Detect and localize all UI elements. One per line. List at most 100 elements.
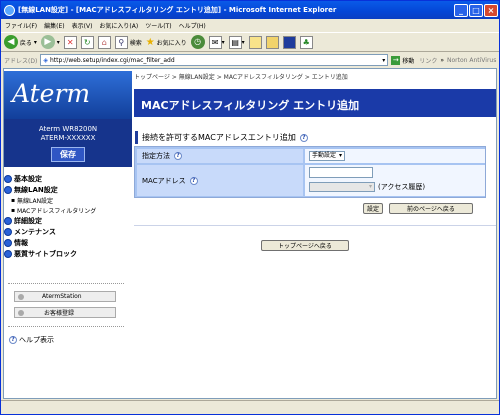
messenger-button[interactable]: ♣	[299, 35, 313, 49]
model-box: Aterm WR8200N ATERM-XXXXXX 保存	[4, 119, 132, 167]
register-button[interactable]: お客様登録	[14, 307, 116, 318]
search-button[interactable]: ⚲ 検索	[114, 35, 142, 49]
menu-favorites[interactable]: お気に入り(A)	[99, 21, 138, 30]
maximize-button[interactable]: □	[469, 3, 483, 17]
menu-file[interactable]: ファイル(F)	[5, 21, 37, 30]
mac-label: MACアドレス	[142, 176, 186, 185]
address-input[interactable]: ◈ http://web.setup/index.cgi/mac_filter_a…	[40, 54, 389, 66]
history-icon: ◷	[190, 35, 205, 49]
back-label: 戻る	[19, 39, 32, 47]
access-history-select: ▾	[309, 182, 375, 192]
section-title-text: 接続を許可するMACアドレスエントリ追加	[142, 133, 296, 142]
mac-label-cell: MACアドレス?	[137, 165, 303, 196]
mac-address-input[interactable]	[309, 167, 373, 178]
menu-tools[interactable]: ツール(T)	[145, 21, 171, 30]
menu-edit[interactable]: 編集(E)	[44, 21, 64, 30]
back-button[interactable]: ◀ 戻る ▾	[4, 35, 37, 49]
page-title: MACアドレスフィルタリング エントリ追加	[134, 89, 496, 117]
print-button[interactable]: ▤ ▾	[228, 35, 245, 49]
home-button[interactable]: ⌂	[97, 35, 111, 49]
page-icon: ◈	[43, 56, 48, 64]
go-arrow-icon[interactable]: →	[391, 55, 401, 65]
browser-window: [無線LAN設定] - [MACアドレスフィルタリング エントリ追加] - Mi…	[0, 0, 500, 415]
nav-wlan-sub2-label: MACアドレスフィルタリング	[16, 207, 97, 215]
method-label: 指定方法	[142, 152, 170, 160]
nav-detail[interactable]: 詳細設定	[4, 215, 132, 226]
forward-button[interactable]: ▶ ▾	[40, 35, 60, 49]
mail-icon: ✉	[208, 35, 222, 49]
mac-value-cell: ▾ (アクセス履歴)	[305, 165, 485, 196]
method-value-cell: 手動設定 ▾	[305, 149, 485, 163]
history-button[interactable]: ◷	[190, 35, 205, 49]
help-link[interactable]: ? ヘルプ表示	[9, 335, 54, 345]
menu-bar: ファイル(F) 編集(E) 表示(V) お気に入り(A) ツール(T) ヘルプ(…	[1, 19, 499, 31]
method-select[interactable]: 手動設定 ▾	[309, 151, 346, 161]
minimize-button[interactable]: _	[454, 3, 468, 17]
refresh-icon: ↻	[80, 35, 94, 49]
go-button[interactable]: 移動	[402, 56, 414, 65]
back-page-button[interactable]: 前のページへ戻る	[389, 203, 473, 214]
menu-help[interactable]: ヘルプ(H)	[179, 21, 206, 30]
chevron-down-icon: ▾	[339, 152, 343, 159]
chevron-down-icon: ▾	[368, 183, 372, 190]
folder-icon	[248, 35, 262, 49]
back-arrow-icon: ◀	[4, 35, 18, 49]
divider	[8, 283, 124, 284]
method-label-cell: 指定方法?	[137, 149, 303, 163]
aterm-logo: Aterm	[4, 71, 132, 119]
nav-maintenance[interactable]: メンテナンス	[4, 226, 132, 237]
top-page-button[interactable]: トップページへ戻る	[261, 240, 349, 251]
nav-wlan-sub1[interactable]: ▪ 無線LAN設定	[4, 195, 132, 205]
save-button[interactable]: 保存	[51, 147, 85, 162]
chevron-icon[interactable]: »	[440, 57, 444, 64]
address-bar: アドレス(D) ◈ http://web.setup/index.cgi/mac_…	[1, 53, 499, 67]
help-icon[interactable]: ?	[189, 176, 198, 185]
menu-view[interactable]: 表示(V)	[72, 21, 93, 30]
set-button[interactable]: 設定	[363, 203, 383, 214]
people-icon: ♣	[299, 35, 313, 49]
stop-button[interactable]: ✕	[63, 35, 77, 49]
research-button[interactable]	[282, 35, 296, 49]
research-icon	[282, 35, 296, 49]
breadcrumb[interactable]: トップページ > 無線LAN設定 > MACアドレスフィルタリング > エントリ…	[134, 72, 348, 81]
ie-icon	[4, 4, 15, 16]
help-icon[interactable]: ?	[299, 133, 308, 142]
forward-arrow-icon: ▶	[40, 35, 55, 49]
window-title: [無線LAN設定] - [MACアドレスフィルタリング エントリ追加] - Mi…	[18, 6, 337, 14]
status-bar	[1, 400, 499, 414]
nav-info[interactable]: 情報	[4, 237, 132, 248]
search-icon: ⚲	[114, 35, 128, 49]
access-history-label: (アクセス履歴)	[378, 183, 426, 191]
stop-icon: ✕	[63, 35, 77, 49]
bullet-icon	[18, 293, 24, 300]
model-name: Aterm WR8200N	[38, 125, 98, 133]
page-viewport: Aterm Aterm WR8200N ATERM-XXXXXX 保存 基本設定…	[3, 68, 497, 399]
favorites-button[interactable]: ★ お気に入り	[146, 37, 187, 48]
help-icon[interactable]: ?	[174, 152, 182, 160]
nav-wlan-sub2[interactable]: ▪ MACアドレスフィルタリング	[4, 205, 132, 215]
register-label: お客様登録	[44, 310, 75, 317]
norton-label[interactable]: Norton AntiVirus	[447, 57, 496, 64]
print-icon: ▤	[228, 35, 242, 49]
mail-button[interactable]: ✉ ▾	[208, 35, 225, 49]
close-button[interactable]: ×	[484, 3, 498, 17]
edit-button[interactable]	[248, 35, 262, 49]
divider	[134, 225, 496, 226]
favorites-label: お気に入り	[156, 39, 187, 47]
nav-wlan[interactable]: 無線LAN設定	[4, 184, 132, 195]
help-label: ヘルプ表示	[19, 336, 54, 344]
search-label: 検索	[129, 39, 142, 47]
discuss-button[interactable]	[265, 35, 279, 49]
entry-form: 指定方法? 手動設定 ▾ MACアドレス? ▾ (アクセス履歴)	[134, 146, 486, 198]
dropdown-arrow-icon[interactable]: ▾	[382, 57, 385, 64]
nav-basic[interactable]: 基本設定	[4, 173, 132, 184]
star-icon: ★	[145, 36, 155, 48]
nav-block[interactable]: 悪質サイトブロック	[4, 248, 132, 259]
refresh-button[interactable]: ↻	[80, 35, 94, 49]
address-label: アドレス(D)	[4, 57, 38, 65]
help-icon: ?	[9, 336, 17, 344]
toolbar: ◀ 戻る ▾ ▶ ▾ ✕ ↻ ⌂ ⚲ 検索 ★ お気に入り ◷ ✉ ▾ ▤ ▾ ♣	[1, 32, 499, 52]
atermstation-button[interactable]: AtermStation	[14, 291, 116, 302]
links-label[interactable]: リンク	[419, 56, 437, 65]
divider	[8, 326, 124, 327]
